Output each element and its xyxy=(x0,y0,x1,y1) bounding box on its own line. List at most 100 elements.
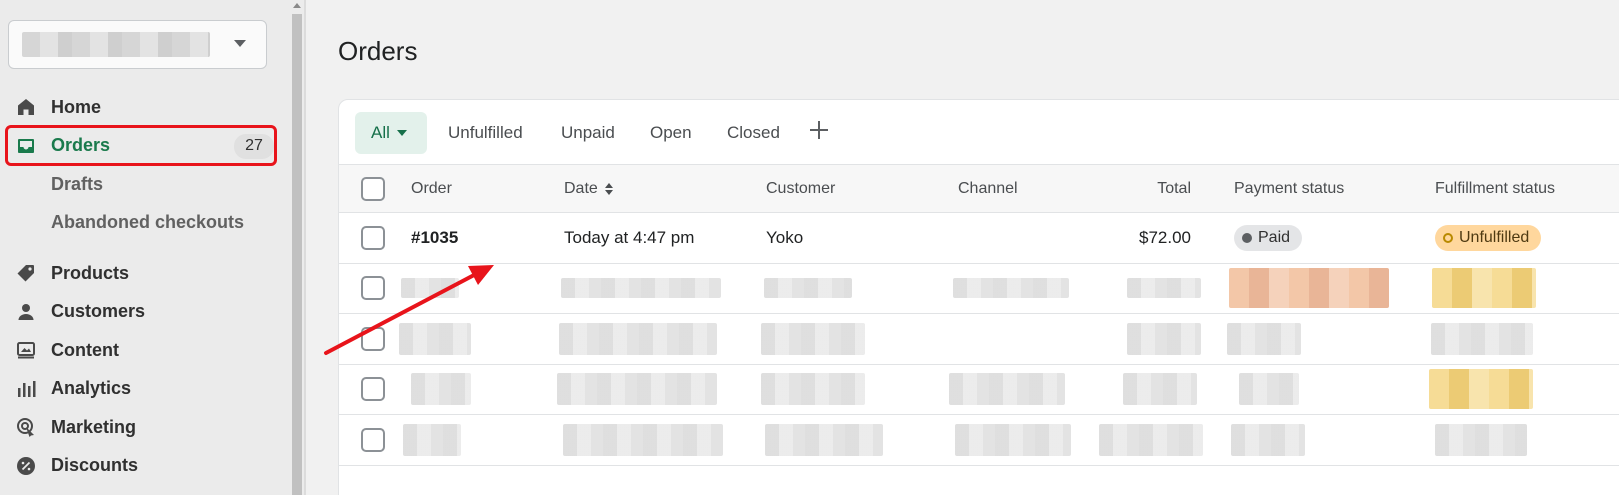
tab-label: Closed xyxy=(727,123,780,142)
chevron-down-icon xyxy=(234,40,246,47)
sidebar-item-abandoned-checkouts[interactable]: Abandoned checkouts xyxy=(0,204,290,243)
page-title: Orders xyxy=(338,36,418,66)
redacted-payment-status xyxy=(1231,423,1305,456)
sidebar-item-home[interactable]: Home xyxy=(0,88,290,127)
sidebar-item-label: Customers xyxy=(51,301,146,322)
redacted-customer xyxy=(761,322,865,355)
sidebar-item-label: Analytics xyxy=(51,378,132,399)
caret-down-icon xyxy=(396,130,407,136)
redacted-total xyxy=(1127,322,1201,355)
sidebar-item-orders[interactable]: Orders 27 xyxy=(0,127,290,166)
table-row-redacted[interactable] xyxy=(339,365,1619,415)
column-header-total[interactable]: Total xyxy=(1123,165,1191,212)
sidebar-item-label: Products xyxy=(51,262,130,283)
tab-closed[interactable]: Closed xyxy=(727,112,780,154)
orders-table: Order Date Customer Channel Total Paymen… xyxy=(339,165,1619,466)
sidebar-item-products[interactable]: Products xyxy=(0,254,290,293)
tab-all[interactable]: All xyxy=(355,112,427,154)
sidebar-item-marketing[interactable]: Marketing xyxy=(0,408,290,447)
redacted-channel xyxy=(949,373,1065,406)
redacted-payment-status xyxy=(1227,322,1301,355)
column-header-order[interactable]: Order xyxy=(411,165,452,212)
sidebar-item-label: Abandoned checkouts xyxy=(51,212,245,233)
sidebar-item-content[interactable]: Content xyxy=(0,331,290,370)
redacted-date xyxy=(557,373,717,406)
select-all-checkbox[interactable] xyxy=(361,176,385,201)
sidebar-item-analytics[interactable]: Analytics xyxy=(0,370,290,409)
table-row[interactable]: #1035 Today at 4:47 pm Yoko $72.00 Paid xyxy=(339,213,1619,264)
fulfillment-status-cell: Unfulfilled xyxy=(1435,213,1542,263)
sort-icon xyxy=(604,182,613,195)
row-checkbox[interactable] xyxy=(361,377,385,402)
order-date: Today at 4:47 pm xyxy=(564,227,695,247)
row-checkbox[interactable] xyxy=(361,326,385,351)
column-header-payment-status[interactable]: Payment status xyxy=(1234,165,1344,212)
table-row-redacted[interactable] xyxy=(339,264,1619,314)
redacted-channel xyxy=(955,423,1071,456)
payment-status-cell: Paid xyxy=(1234,213,1303,263)
tab-unpaid[interactable]: Unpaid xyxy=(561,112,615,154)
redacted-fulfillment-status xyxy=(1432,268,1536,309)
column-header-date[interactable]: Date xyxy=(564,165,613,212)
redacted-customer xyxy=(765,423,883,456)
redacted-total xyxy=(1127,278,1201,299)
content-icon xyxy=(17,342,35,359)
payment-status-label: Paid xyxy=(1258,228,1291,246)
tab-label: Open xyxy=(650,123,692,142)
sidebar-item-label: Drafts xyxy=(51,173,104,194)
bar-chart-icon xyxy=(18,380,36,397)
add-view-plus-icon[interactable] xyxy=(809,120,829,140)
redacted-date xyxy=(559,322,717,355)
row-checkbox[interactable] xyxy=(361,427,385,452)
sidebar-item-label: Content xyxy=(51,339,119,360)
redacted-customer xyxy=(761,373,865,406)
redacted-payment-status xyxy=(1239,373,1299,406)
tab-open[interactable]: Open xyxy=(650,112,692,154)
redacted-date xyxy=(561,278,721,299)
status-ring-icon xyxy=(1443,232,1453,243)
sidebar-item-label: Home xyxy=(51,96,102,117)
inbox-icon xyxy=(18,138,34,153)
scroll-up-arrow-icon[interactable] xyxy=(293,3,301,8)
redacted-date xyxy=(563,423,723,456)
column-header-channel[interactable]: Channel xyxy=(958,165,1018,212)
main-content: Orders All Unfulfilled Unpaid Open Close… xyxy=(306,0,1619,495)
home-icon xyxy=(18,99,34,115)
redacted-fulfillment-status xyxy=(1431,322,1533,355)
person-icon xyxy=(18,303,34,320)
orders-count-badge: 27 xyxy=(234,133,274,159)
redacted-fulfillment-status xyxy=(1429,369,1533,410)
redacted-fulfillment-status xyxy=(1435,423,1527,456)
tab-label: Unfulfilled xyxy=(448,123,523,142)
sidebar-item-customers[interactable]: Customers xyxy=(0,293,290,332)
redacted-total xyxy=(1099,423,1203,456)
app: Home Orders 27 Drafts Abandoned checkout… xyxy=(0,0,1619,495)
sidebar: Home Orders 27 Drafts Abandoned checkout… xyxy=(0,0,290,495)
sidebar-item-drafts[interactable]: Drafts xyxy=(0,165,290,204)
tab-unfulfilled[interactable]: Unfulfilled xyxy=(448,112,523,154)
nav-gap xyxy=(0,242,290,254)
redacted-order xyxy=(399,322,471,355)
column-header-fulfillment-status[interactable]: Fulfillment status xyxy=(1435,165,1555,212)
payment-status-badge: Paid xyxy=(1234,224,1303,251)
redacted-order xyxy=(401,278,459,299)
order-total: $72.00 xyxy=(1139,227,1191,247)
tab-label: Unpaid xyxy=(561,123,615,142)
scrollbar-thumb[interactable] xyxy=(292,14,302,495)
table-row-redacted[interactable] xyxy=(339,415,1619,466)
redacted-total xyxy=(1123,373,1197,406)
order-number[interactable]: #1035 xyxy=(411,213,458,263)
sidebar-item-discounts[interactable]: Discounts xyxy=(0,447,290,486)
sidebar-item-label: Discounts xyxy=(51,455,139,476)
row-checkbox[interactable] xyxy=(361,276,385,301)
column-header-label: Date xyxy=(564,179,598,197)
store-selector[interactable] xyxy=(8,20,267,69)
redacted-customer xyxy=(764,278,852,299)
redacted-order xyxy=(411,373,471,406)
row-checkbox[interactable] xyxy=(361,225,385,250)
sidebar-scrollbar[interactable] xyxy=(290,0,304,495)
table-row-redacted[interactable] xyxy=(339,314,1619,365)
fulfillment-status-badge: Unfulfilled xyxy=(1435,224,1542,251)
column-header-customer[interactable]: Customer xyxy=(766,165,835,212)
status-dot-icon xyxy=(1242,232,1252,243)
